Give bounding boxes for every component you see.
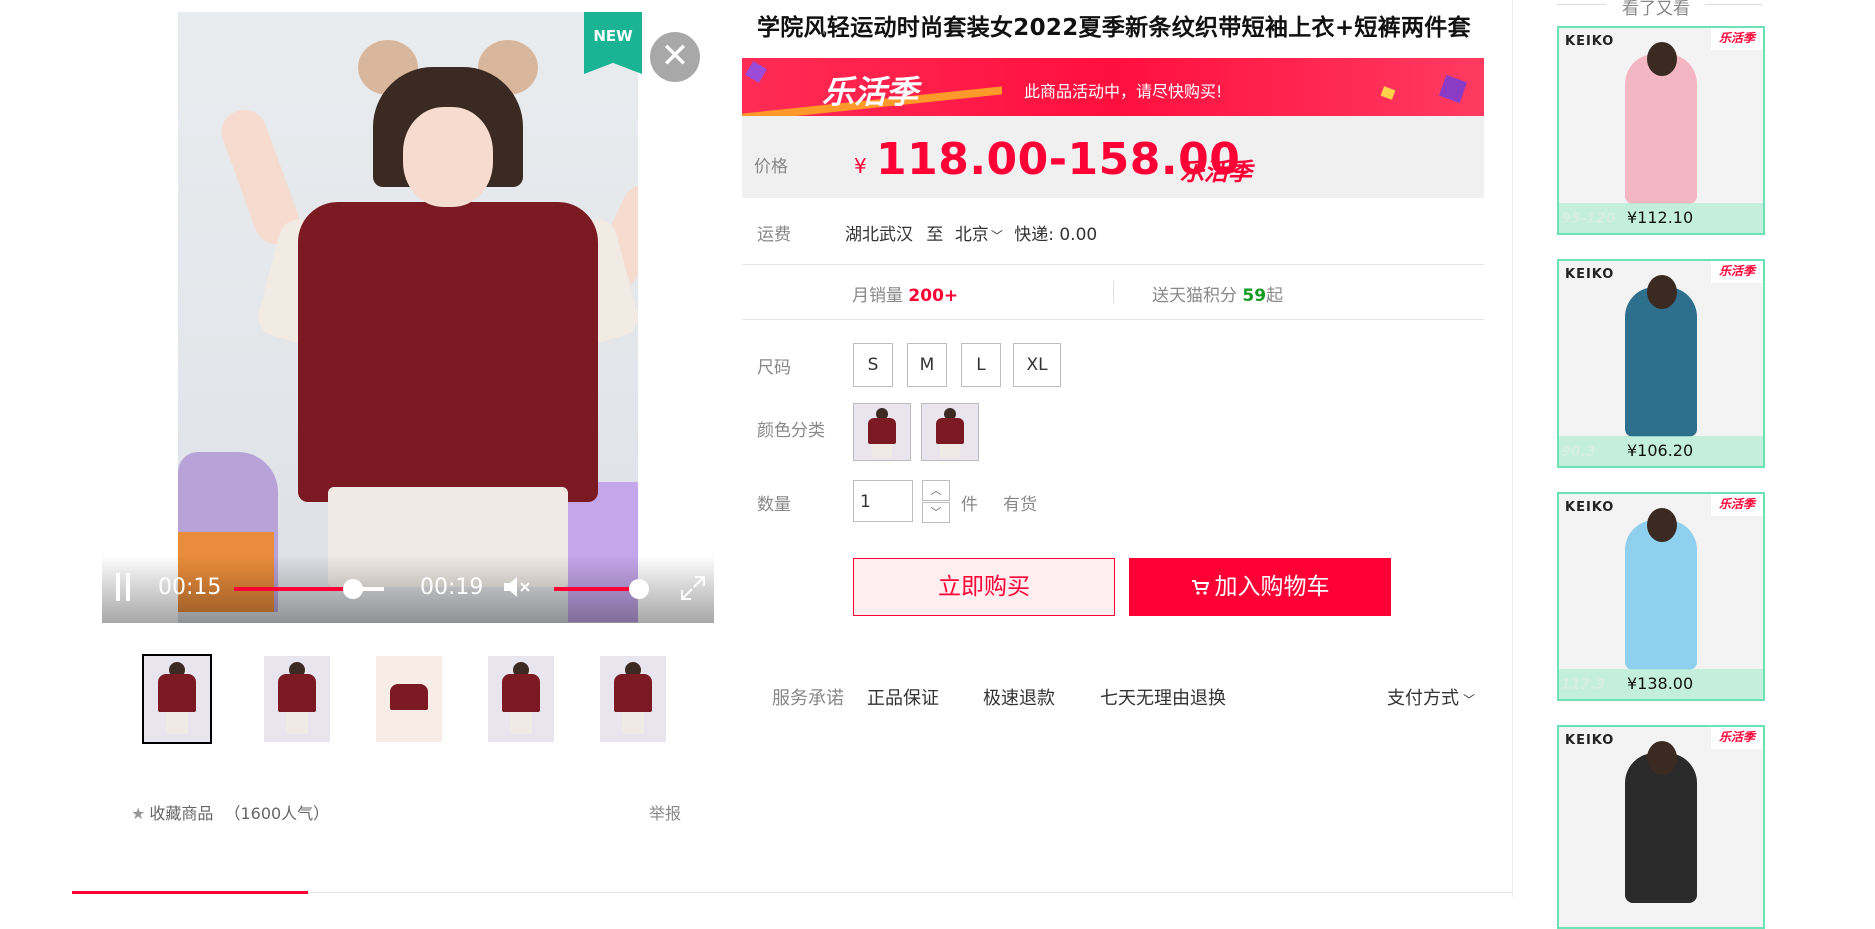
add-to-cart-button[interactable]: 加入购物车: [1129, 558, 1391, 616]
stock-status: 有货: [1003, 495, 1037, 515]
current-time: 00:15: [158, 575, 222, 600]
product-image: [1625, 54, 1697, 204]
rail-title: 看了又看: [1622, 0, 1690, 19]
size-hint: 117.3: [1561, 677, 1606, 693]
star-icon: ★: [131, 804, 146, 823]
favorite-popularity: （1600人气）: [224, 804, 330, 823]
product-image: [1625, 287, 1697, 437]
chevron-down-icon: ﹀: [1463, 693, 1476, 707]
promo-logo: 乐活季: [822, 73, 919, 111]
quantity-unit: 件: [961, 495, 978, 515]
promo-corner: 乐活季: [1711, 261, 1763, 283]
product-title: 学院风轻运动时尚套装女2022夏季新条纹织带短袖上衣+短裤两件套: [757, 15, 1471, 41]
thumbnail-2[interactable]: [264, 656, 330, 742]
fullscreen-icon[interactable]: [678, 573, 708, 603]
brand-logo: KEIKO: [1565, 733, 1615, 748]
volume-handle[interactable]: [629, 579, 649, 599]
cart-icon: [1191, 559, 1209, 595]
volume-fill: [554, 587, 639, 591]
close-video-button[interactable]: ✕: [650, 32, 700, 82]
thumbnail-4[interactable]: [488, 656, 554, 742]
shipping-origin: 湖北武汉: [845, 225, 913, 245]
size-label: 尺码: [757, 358, 791, 378]
report-link[interactable]: 举报: [649, 800, 681, 824]
product-image: [1625, 520, 1697, 670]
brand-logo: KEIKO: [1565, 500, 1615, 515]
size-option-m[interactable]: M: [907, 343, 947, 387]
price-tag: 乐活季: [1180, 157, 1252, 186]
product-video-player[interactable]: [102, 0, 714, 623]
service-label: 服务承诺: [772, 688, 844, 709]
shipping-to: 至: [926, 225, 944, 245]
thumbnail-3[interactable]: [376, 656, 442, 742]
price-currency: ¥: [854, 154, 867, 178]
product-image: [1625, 753, 1697, 903]
total-time: 00:19: [420, 575, 484, 600]
size-option-l[interactable]: L: [961, 343, 1001, 387]
recommended-card-4[interactable]: KEIKO 乐活季: [1557, 725, 1765, 929]
price-panel: 价格 ¥ 118.00-158.00 乐活季: [742, 116, 1484, 198]
promo-corner: 乐活季: [1711, 727, 1763, 749]
thumbnail-1[interactable]: [142, 654, 212, 744]
card-price: ¥106.20: [1627, 441, 1694, 460]
favorite-product-link[interactable]: ★ 收藏商品 （1600人气）: [131, 800, 329, 824]
thumbnail-5[interactable]: [600, 656, 666, 742]
service-item-fast-refund[interactable]: 极速退款: [983, 684, 1055, 710]
stats-row: 月销量 200+ 送天猫积分 59起: [742, 265, 1484, 320]
recommended-card-2[interactable]: KEIKO 乐活季 90.3 ¥106.20: [1557, 259, 1765, 468]
promo-banner: 乐活季 此商品活动中，请尽快购买!: [742, 58, 1484, 116]
promo-corner: 乐活季: [1711, 28, 1763, 50]
mute-icon[interactable]: [502, 573, 532, 601]
price-label: 价格: [754, 157, 788, 177]
promo-corner: 乐活季: [1711, 494, 1763, 516]
tab-active-indicator: [72, 891, 308, 894]
add-to-cart-label: 加入购物车: [1214, 574, 1330, 600]
color-option-1[interactable]: [853, 403, 911, 461]
destination-select[interactable]: 北京 ﹀: [955, 225, 1003, 245]
shipping-express: 快递: 0.00: [1014, 225, 1098, 245]
size-option-s[interactable]: S: [853, 343, 893, 387]
quantity-decrement-button[interactable]: ﹀: [922, 502, 950, 523]
progress-fill: [234, 587, 353, 591]
product-main-image: [178, 12, 638, 623]
quantity-label: 数量: [757, 495, 791, 515]
favorite-label: 收藏商品: [149, 804, 214, 823]
card-price: ¥112.10: [1627, 208, 1694, 227]
pause-icon[interactable]: [116, 573, 132, 601]
shipping-value: 湖北武汉 至 北京 ﹀ 快递: 0.00: [845, 220, 1097, 245]
service-item-authentic[interactable]: 正品保证: [867, 684, 939, 710]
buy-now-button[interactable]: 立即购买: [853, 558, 1115, 616]
quantity-increment-button[interactable]: ︿: [922, 480, 950, 501]
promo-message: 此商品活动中，请尽快购买!: [1024, 82, 1223, 101]
video-controls: 00:15 00:19: [102, 555, 714, 623]
recommended-card-1[interactable]: KEIKO 乐活季 95-120 ¥112.10: [1557, 26, 1765, 235]
monthly-sales: 月销量 200+: [852, 286, 959, 306]
size-hint: 90.3: [1561, 444, 1596, 460]
size-hint: 95-120: [1561, 211, 1616, 227]
quantity-input[interactable]: 1: [853, 480, 913, 522]
tmall-points: 送天猫积分 59起: [1152, 286, 1284, 306]
card-price: ¥138.00: [1627, 674, 1694, 693]
recommended-card-3[interactable]: KEIKO 乐活季 117.3 ¥138.00: [1557, 492, 1765, 701]
color-option-2[interactable]: [921, 403, 979, 461]
color-label: 颜色分类: [757, 421, 825, 441]
shipping-row: 运费 湖北武汉 至 北京 ﹀ 快递: 0.00: [742, 198, 1484, 265]
chevron-down-icon: ﹀: [990, 229, 1003, 243]
service-item-7day-return[interactable]: 七天无理由退换: [1100, 684, 1226, 710]
shipping-label: 运费: [757, 225, 791, 245]
brand-logo: KEIKO: [1565, 34, 1615, 49]
brand-logo: KEIKO: [1565, 267, 1615, 282]
progress-handle[interactable]: [343, 579, 363, 599]
payment-method-dropdown[interactable]: 支付方式 ﹀: [1387, 684, 1475, 710]
size-option-xl[interactable]: XL: [1013, 343, 1061, 387]
column-divider: [1512, 0, 1513, 897]
